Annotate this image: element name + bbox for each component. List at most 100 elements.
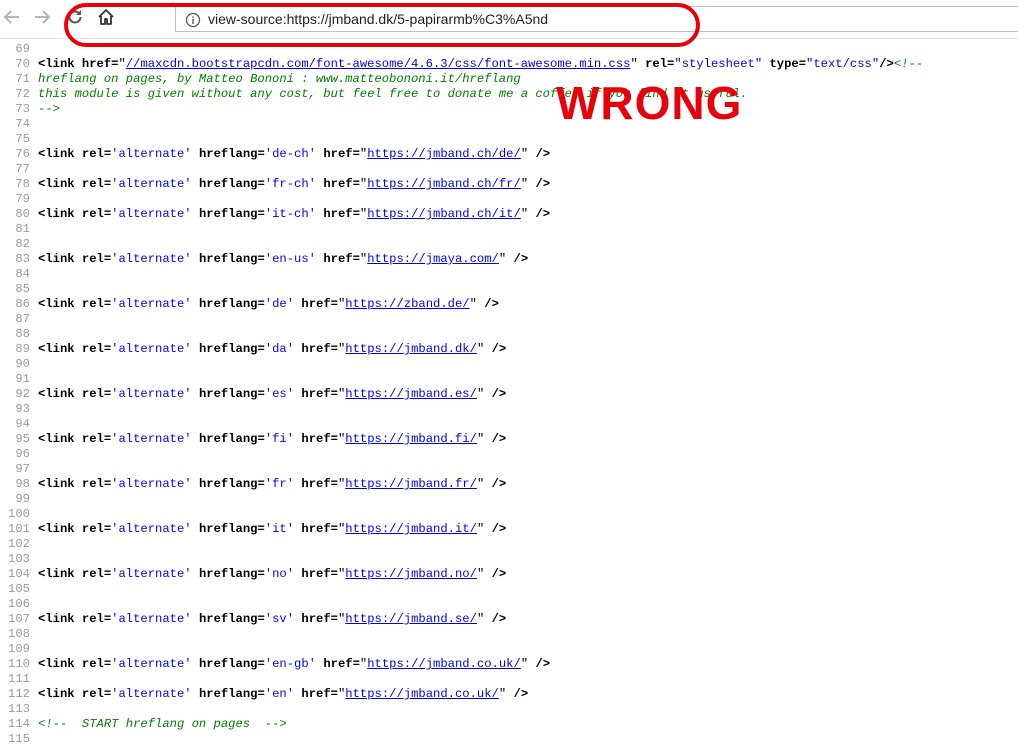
source-line: 105	[0, 582, 1018, 597]
forward-button[interactable]	[30, 7, 54, 31]
comment-text: hreflang on pages, by Matteo Bononi : ww…	[38, 72, 521, 86]
attr-name: href=	[301, 522, 338, 536]
hreflang-value: 'fi'	[264, 432, 295, 446]
line-number: 72	[15, 87, 30, 101]
tag-name: <link	[38, 342, 75, 356]
attr-name: hreflang=	[198, 297, 265, 311]
line-number: 91	[15, 372, 30, 386]
source-line: 76 <link rel='alternate' hreflang='de-ch'…	[0, 147, 1018, 162]
attr-name: hreflang=	[198, 207, 265, 221]
tag-name: <link	[38, 477, 75, 491]
tag-name: <link	[38, 387, 75, 401]
attr-name: rel=	[81, 342, 112, 356]
line-number: 98	[15, 477, 30, 491]
source-line: 82	[0, 237, 1018, 252]
tag-close: />	[491, 612, 507, 626]
source-line: 114 <!-- START hreflang on pages -->	[0, 717, 1018, 732]
attr-name: hreflang=	[198, 252, 265, 266]
source-line: 74	[0, 117, 1018, 132]
source-line: 103	[0, 552, 1018, 567]
attr-name: hreflang=	[198, 342, 265, 356]
hreflang-url-link[interactable]: https://jmband.no/	[345, 567, 477, 581]
attr-name: rel=	[81, 297, 112, 311]
source-line: 91	[0, 372, 1018, 387]
tag-name: <link	[38, 252, 75, 266]
source-line: 102	[0, 537, 1018, 552]
annotation-circle	[64, 3, 700, 47]
source-line: 93	[0, 402, 1018, 417]
line-number: 109	[8, 642, 30, 656]
line-number: 105	[8, 582, 30, 596]
hreflang-url-link[interactable]: https://jmband.it/	[345, 522, 477, 536]
attr-name: rel=	[81, 147, 112, 161]
tag-name: <link	[38, 687, 75, 701]
hreflang-url-link[interactable]: https://jmband.es/	[345, 387, 477, 401]
source-line: 89 <link rel='alternate' hreflang='da' hr…	[0, 342, 1018, 357]
line-code: <link rel='alternate' hreflang='en' href…	[38, 687, 529, 701]
hreflang-url-link[interactable]: https://jmband.se/	[345, 612, 477, 626]
line-number: 78	[15, 177, 30, 191]
attr-name: href=	[323, 147, 360, 161]
attr-name: href=	[301, 687, 338, 701]
line-code: <link rel='alternate' hreflang='de-ch' h…	[38, 147, 551, 161]
hreflang-url-link[interactable]: https://zband.de/	[345, 297, 469, 311]
line-number: 104	[8, 567, 30, 581]
source-line: 72 this module is given without any cost,…	[0, 87, 1018, 102]
attr-value: 'alternate'	[111, 522, 192, 536]
attr-name: href=	[301, 432, 338, 446]
line-code: <link rel='alternate' hreflang='sv' href…	[38, 612, 507, 626]
tag-close: />	[535, 147, 551, 161]
source-line: 106	[0, 597, 1018, 612]
attr-name: rel=	[81, 612, 112, 626]
source-line: 84	[0, 267, 1018, 282]
tag-name: <link	[38, 522, 75, 536]
line-number: 94	[15, 417, 30, 431]
tag-name: <link	[38, 207, 75, 221]
source-line: 97	[0, 462, 1018, 477]
line-number: 81	[15, 222, 30, 236]
hreflang-url-link[interactable]: https://jmband.co.uk/	[345, 687, 499, 701]
tag-close: />	[491, 432, 507, 446]
stylesheet-link[interactable]: //maxcdn.bootstrapcdn.com/font-awesome/4…	[126, 57, 631, 71]
source-line: 75	[0, 132, 1018, 147]
line-number: 85	[15, 282, 30, 296]
line-code: <!-- START hreflang on pages -->	[38, 717, 287, 732]
tag-name: <link	[38, 57, 75, 71]
hreflang-value: 'en-gb'	[264, 657, 316, 671]
tag-name: <link	[38, 657, 75, 671]
comment-text: -->	[38, 102, 60, 116]
hreflang-url-link[interactable]: https://jmband.fr/	[345, 477, 477, 491]
hreflang-url-link[interactable]: https://jmband.dk/	[345, 342, 477, 356]
tag-name: <link	[38, 147, 75, 161]
line-number: 115	[8, 732, 30, 746]
line-number: 113	[8, 702, 30, 716]
tag-close: />	[879, 57, 894, 71]
source-line: 86 <link rel='alternate' hreflang='de' hr…	[0, 297, 1018, 312]
hreflang-url-link[interactable]: https://jmband.ch/it/	[367, 207, 521, 221]
hreflang-value: 'fr-ch'	[264, 177, 316, 191]
attr-name: href=	[323, 177, 360, 191]
back-button[interactable]	[0, 7, 24, 31]
tag-name: <link	[38, 177, 75, 191]
attr-name: rel=	[81, 207, 112, 221]
line-number: 99	[15, 492, 30, 506]
hreflang-url-link[interactable]: https://jmband.ch/de/	[367, 147, 521, 161]
hreflang-value: 'en'	[264, 687, 295, 701]
tag-name: <link	[38, 567, 75, 581]
tag-close: />	[491, 342, 507, 356]
hreflang-url-link[interactable]: https://jmband.fi/	[345, 432, 477, 446]
hreflang-value: 'de-ch'	[264, 147, 316, 161]
line-number: 89	[15, 342, 30, 356]
hreflang-value: 'it-ch'	[264, 207, 316, 221]
hreflang-url-link[interactable]: https://jmaya.com/	[367, 252, 499, 266]
hreflang-url-link[interactable]: https://jmband.ch/fr/	[367, 177, 521, 191]
line-number: 87	[15, 312, 30, 326]
line-code: <link rel='alternate' hreflang='fr-ch' h…	[38, 177, 551, 191]
attr-name: href=	[301, 567, 338, 581]
source-line: 80 <link rel='alternate' hreflang='it-ch'…	[0, 207, 1018, 222]
attr-name: hreflang=	[198, 387, 265, 401]
hreflang-url-link[interactable]: https://jmband.co.uk/	[367, 657, 521, 671]
hreflang-value: 'it'	[264, 522, 295, 536]
source-line: 77	[0, 162, 1018, 177]
attr-name: rel=	[81, 387, 112, 401]
